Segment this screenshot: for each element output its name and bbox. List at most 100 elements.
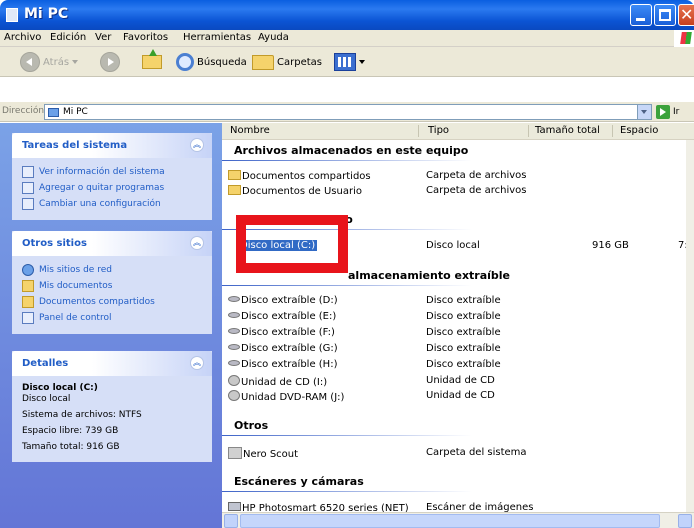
maximize-button[interactable] xyxy=(654,4,676,26)
system-tasks-panel: Tareas del sistema ︽ Ver información del… xyxy=(12,133,212,220)
scroll-left-button[interactable] xyxy=(224,514,238,528)
list-item[interactable]: Documentos de Usuario Carpeta de archivo… xyxy=(222,184,694,199)
folders-button[interactable]: Carpetas xyxy=(252,51,322,73)
views-icon xyxy=(334,53,356,71)
cd-drive-icon xyxy=(228,375,240,386)
item-name: Unidad de CD (I:) xyxy=(241,377,328,388)
scroll-right-button[interactable] xyxy=(678,514,692,528)
search-label: Búsqueda xyxy=(197,56,247,68)
nero-scout-icon xyxy=(228,447,242,459)
file-list: Nombre Tipo Tamaño total Espacio Archivo… xyxy=(222,123,694,528)
item-name: Disco extraíble (E:) xyxy=(241,311,337,322)
address-dropdown-button[interactable] xyxy=(637,105,651,119)
task-change-setting[interactable]: Cambiar una configuración xyxy=(22,196,212,212)
column-name[interactable]: Nombre xyxy=(230,125,270,139)
menu-edicion[interactable]: Edición xyxy=(50,32,86,43)
windows-logo-icon xyxy=(674,30,694,47)
details-filesystem: Sistema de archivos: NTFS xyxy=(22,410,142,420)
item-type: Disco local xyxy=(426,240,480,251)
control-panel-icon xyxy=(22,312,34,324)
folder-icon xyxy=(228,170,241,180)
column-header: Nombre Tipo Tamaño total Espacio xyxy=(222,123,694,140)
control-panel-icon xyxy=(22,198,34,210)
item-type: Disco extraíble xyxy=(426,359,501,370)
maximize-icon xyxy=(659,9,671,21)
list-item[interactable]: Disco extraíble (E:) Disco extraíble xyxy=(222,310,694,325)
group-title: Escáneres y cámaras xyxy=(234,475,364,488)
item-name: Documentos compartidos xyxy=(242,171,371,182)
vertical-scrollbar[interactable] xyxy=(686,140,694,512)
removable-drive-icon xyxy=(228,312,240,318)
task-pane: Tareas del sistema ︽ Ver información del… xyxy=(0,123,222,528)
menu-bar: Archivo Edición Ver Favoritos Herramient… xyxy=(0,30,694,47)
place-control-panel[interactable]: Panel de control xyxy=(22,310,212,326)
place-my-documents[interactable]: Mis documentos xyxy=(22,278,212,294)
list-item[interactable]: Disco extraíble (F:) Disco extraíble xyxy=(222,326,694,341)
scroll-thumb[interactable] xyxy=(240,514,660,528)
details-panel: Detalles ︽ Disco local (C:) Disco local … xyxy=(12,351,212,462)
item-name: Disco extraíble (G:) xyxy=(241,343,338,354)
place-shared-documents[interactable]: Documentos compartidos xyxy=(22,294,212,310)
details-header[interactable]: Detalles ︽ xyxy=(12,351,212,376)
list-item[interactable]: Disco extraíble (G:) Disco extraíble xyxy=(222,342,694,357)
back-arrow-icon xyxy=(20,52,40,72)
menu-ver[interactable]: Ver xyxy=(95,32,111,43)
column-free-space[interactable]: Espacio xyxy=(620,125,658,139)
removable-drive-icon xyxy=(228,296,240,302)
close-button[interactable]: ✕ xyxy=(678,4,694,26)
list-item[interactable]: Disco extraíble (D:) Disco extraíble xyxy=(222,294,694,309)
folder-up-icon xyxy=(142,49,162,69)
place-network[interactable]: Mis sitios de red xyxy=(22,262,212,278)
list-item[interactable]: Unidad DVD-RAM (J:) Unidad de CD xyxy=(222,389,694,404)
other-places-header[interactable]: Otros sitios ︽ xyxy=(12,231,212,256)
address-input[interactable]: Mi PC xyxy=(44,104,652,120)
system-tasks-header[interactable]: Tareas del sistema ︽ xyxy=(12,133,212,158)
search-button[interactable]: Búsqueda xyxy=(176,51,247,73)
list-item[interactable]: Disco extraíble (H:) Disco extraíble xyxy=(222,358,694,373)
list-item[interactable]: Unidad de CD (I:) Unidad de CD xyxy=(222,374,694,389)
chevron-down-icon xyxy=(72,60,79,64)
collapse-icon[interactable]: ︽ xyxy=(190,138,204,152)
task-add-remove-programs[interactable]: Agregar o quitar programas xyxy=(22,180,212,196)
close-icon: ✕ xyxy=(680,5,694,24)
forward-button[interactable] xyxy=(100,51,120,73)
task-system-info[interactable]: Ver información del sistema xyxy=(22,164,212,180)
menu-favoritos[interactable]: Favoritos xyxy=(123,32,168,43)
list-item[interactable]: Documentos compartidos Carpeta de archiv… xyxy=(222,169,694,184)
title-bar: Mi PC ✕ xyxy=(0,0,694,30)
task-label: Agregar o quitar programas xyxy=(39,183,165,193)
panel-title: Tareas del sistema xyxy=(22,140,128,151)
panel-title: Otros sitios xyxy=(22,238,87,249)
menu-herramientas[interactable]: Herramientas xyxy=(183,32,251,43)
panel-title: Detalles xyxy=(22,358,69,369)
item-name: Disco extraíble (F:) xyxy=(241,327,335,338)
address-value: Mi PC xyxy=(63,107,88,117)
item-total-size: 916 GB xyxy=(592,240,629,251)
details-total-size: Tamaño total: 916 GB xyxy=(22,442,120,452)
back-button[interactable]: Atrás xyxy=(20,51,79,73)
my-computer-icon xyxy=(6,8,18,22)
other-places-panel: Otros sitios ︽ Mis sitios de red Mis doc… xyxy=(12,231,212,334)
menu-ayuda[interactable]: Ayuda xyxy=(258,32,289,43)
column-type[interactable]: Tipo xyxy=(428,125,449,139)
horizontal-scrollbar[interactable] xyxy=(222,512,694,528)
collapse-icon[interactable]: ︽ xyxy=(190,236,204,250)
views-button[interactable] xyxy=(334,51,365,73)
collapse-icon[interactable]: ︽ xyxy=(190,356,204,370)
back-label: Atrás xyxy=(43,56,70,68)
go-button[interactable]: Ir xyxy=(656,105,679,119)
network-icon xyxy=(22,264,34,276)
item-name: Unidad DVD-RAM (J:) xyxy=(241,392,345,403)
up-folder-button[interactable] xyxy=(142,49,162,73)
system-info-icon xyxy=(22,166,34,178)
menu-archivo[interactable]: Archivo xyxy=(4,32,41,43)
item-type: Disco extraíble xyxy=(426,311,501,322)
item-type: Carpeta del sistema xyxy=(426,447,527,458)
removable-drive-icon xyxy=(228,328,240,334)
column-total-size[interactable]: Tamaño total xyxy=(535,125,600,139)
group-title: Archivos almacenados en este equipo xyxy=(234,144,469,157)
minimize-button[interactable] xyxy=(630,4,652,26)
list-item[interactable]: Nero Scout Carpeta del sistema xyxy=(222,446,694,461)
toolbar: Atrás Búsqueda Carpetas xyxy=(0,47,694,77)
item-name: Documentos de Usuario xyxy=(242,186,362,197)
